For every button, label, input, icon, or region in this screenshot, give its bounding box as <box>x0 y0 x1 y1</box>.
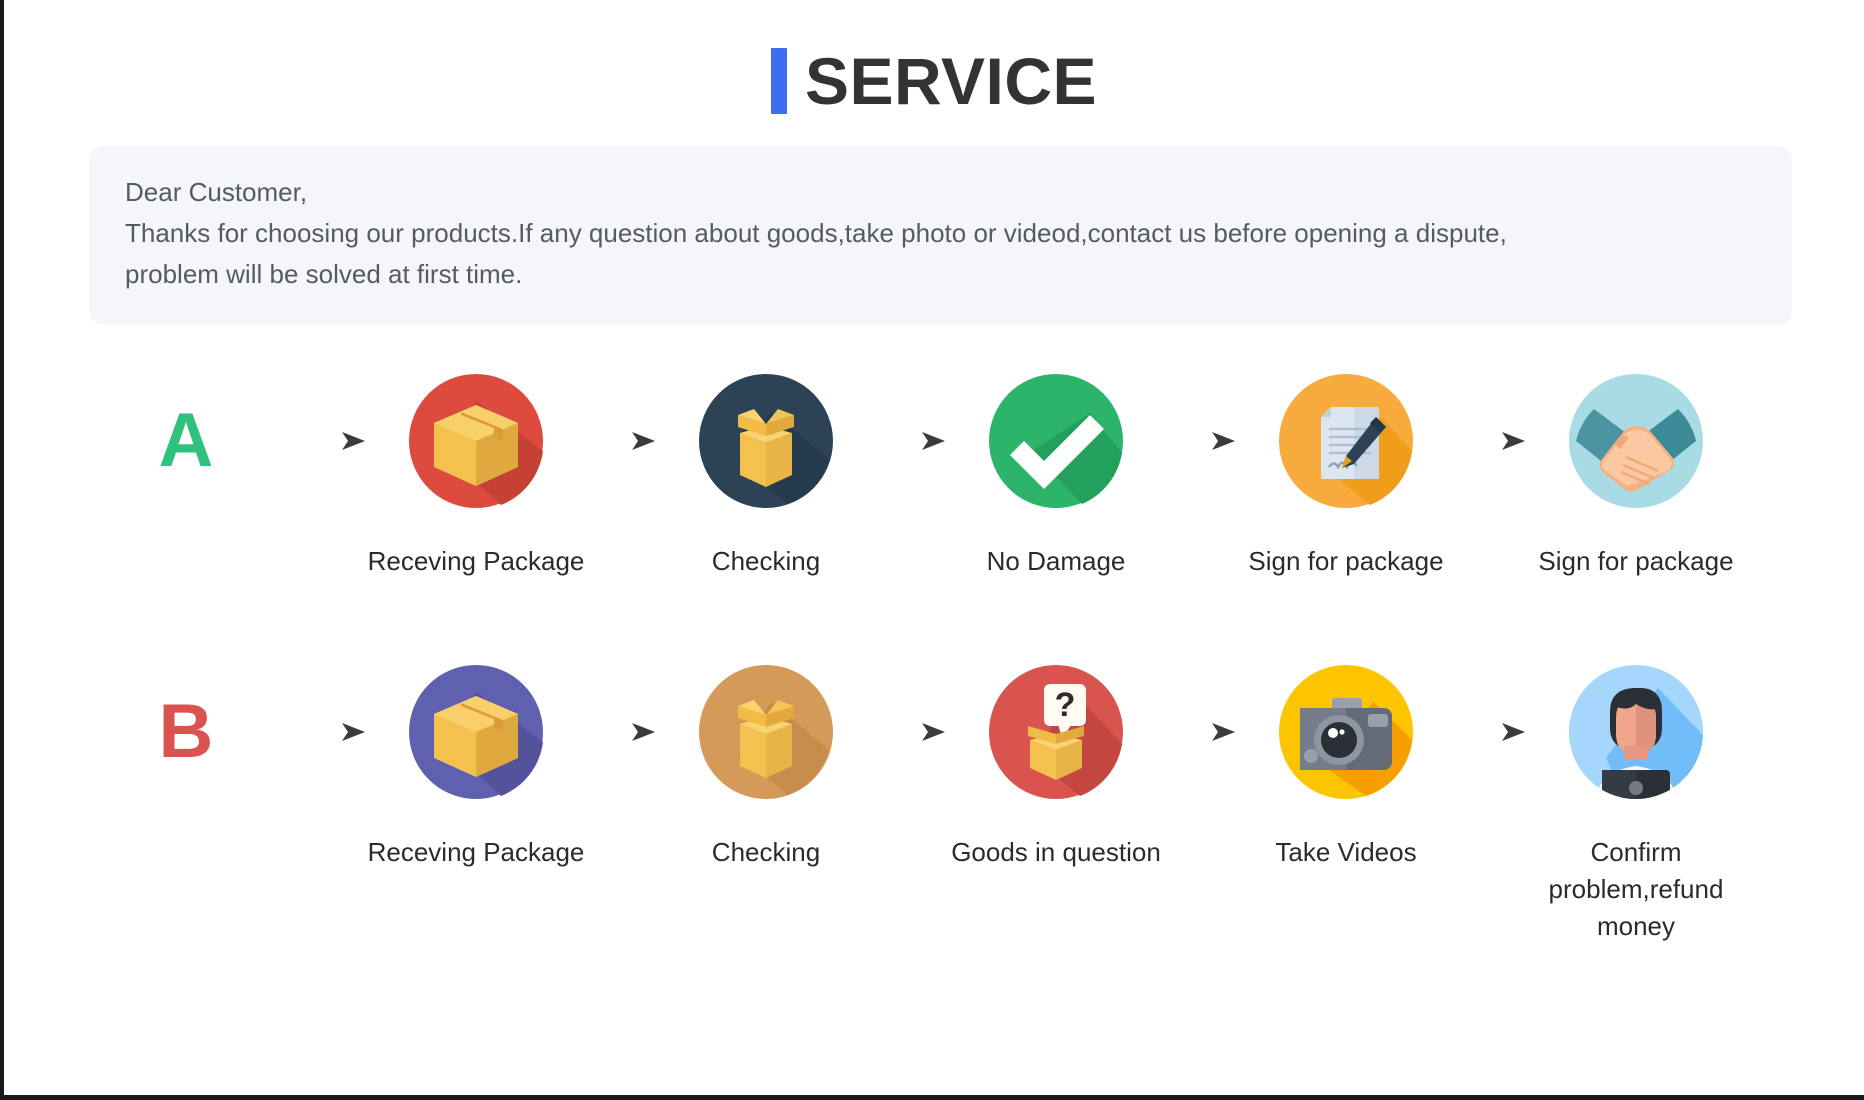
arrow-icon <box>284 369 378 513</box>
flow-letter-glyph: A <box>158 398 214 484</box>
flow-a-step-3-label: No Damage <box>986 546 1126 577</box>
check-mark-icon <box>984 369 1128 513</box>
flow-b-step-5: Confirm problem,refund money <box>1538 660 1734 945</box>
flow-a-step-4: Sign for package <box>1248 369 1444 580</box>
flow-b-step-3-label: Goods in question <box>951 837 1161 868</box>
flow-b-step-2-label: Checking <box>711 837 821 868</box>
flow-a-step-4-label: Sign for package <box>1248 546 1444 577</box>
notice-greeting: Dear Customer, <box>125 177 308 207</box>
title-accent-bar <box>770 48 787 114</box>
flow-b-step-3: ? Goods in question <box>951 660 1161 871</box>
flow-b-step-1: Receving Package <box>368 660 584 871</box>
arrow-icon <box>1154 660 1248 804</box>
svg-text:?: ? <box>1055 686 1076 724</box>
arrow-icon <box>1444 660 1538 804</box>
page-title: SERVICE <box>4 0 1864 118</box>
page-title-text: SERVICE <box>804 44 1098 118</box>
flow-a-letter: A <box>88 369 284 513</box>
flow-a-step-3: No Damage <box>958 369 1154 580</box>
flow-a-step-1: Receving Package <box>368 369 584 580</box>
open-box-icon <box>694 660 838 804</box>
flow-b-letter: B <box>88 660 284 804</box>
service-page: SERVICE Dear Customer, Thanks for choosi… <box>0 0 1864 1100</box>
support-agent-icon <box>1564 660 1708 804</box>
arrow-icon <box>864 660 958 804</box>
flow-b-step-4: Take Videos <box>1248 660 1444 871</box>
customer-notice-panel: Dear Customer, Thanks for choosing our p… <box>89 146 1792 326</box>
arrow-icon <box>574 660 668 804</box>
arrow-icon <box>1154 369 1248 513</box>
arrow-icon <box>864 369 958 513</box>
handshake-icon <box>1564 369 1708 513</box>
flow-a-step-2-label: Checking <box>711 546 821 577</box>
document-pen-icon <box>1274 369 1418 513</box>
flow-b-step-1-label: Receving Package <box>367 837 585 868</box>
flow-a-step-1-label: Receving Package <box>367 546 585 577</box>
flow-b-step-2: Checking <box>668 660 864 871</box>
notice-body: Thanks for choosing our products.If any … <box>125 218 1507 290</box>
camera-icon <box>1274 660 1418 804</box>
open-box-icon <box>694 369 838 513</box>
flow-a-step-5: Sign for package <box>1538 369 1734 580</box>
flow-letter-glyph: B <box>158 689 214 775</box>
arrow-icon <box>284 660 378 804</box>
flow-b-step-5-label: Confirm problem,refund money <box>1548 837 1724 941</box>
closed-box-icon <box>404 369 548 513</box>
flow-b-step-4-label: Take Videos <box>1275 837 1417 868</box>
closed-box-icon <box>404 660 548 804</box>
question-box-icon: ? <box>984 660 1128 804</box>
flow-row-a: A Receving Package Checking No Damage Si… <box>4 369 1864 580</box>
flow-a-step-2: Checking <box>668 369 864 580</box>
flow-a-step-5-label: Sign for package <box>1538 546 1734 577</box>
arrow-icon <box>574 369 668 513</box>
flow-row-b: B Receving Package Checking ? Goods in q… <box>4 660 1864 945</box>
arrow-icon <box>1444 369 1538 513</box>
